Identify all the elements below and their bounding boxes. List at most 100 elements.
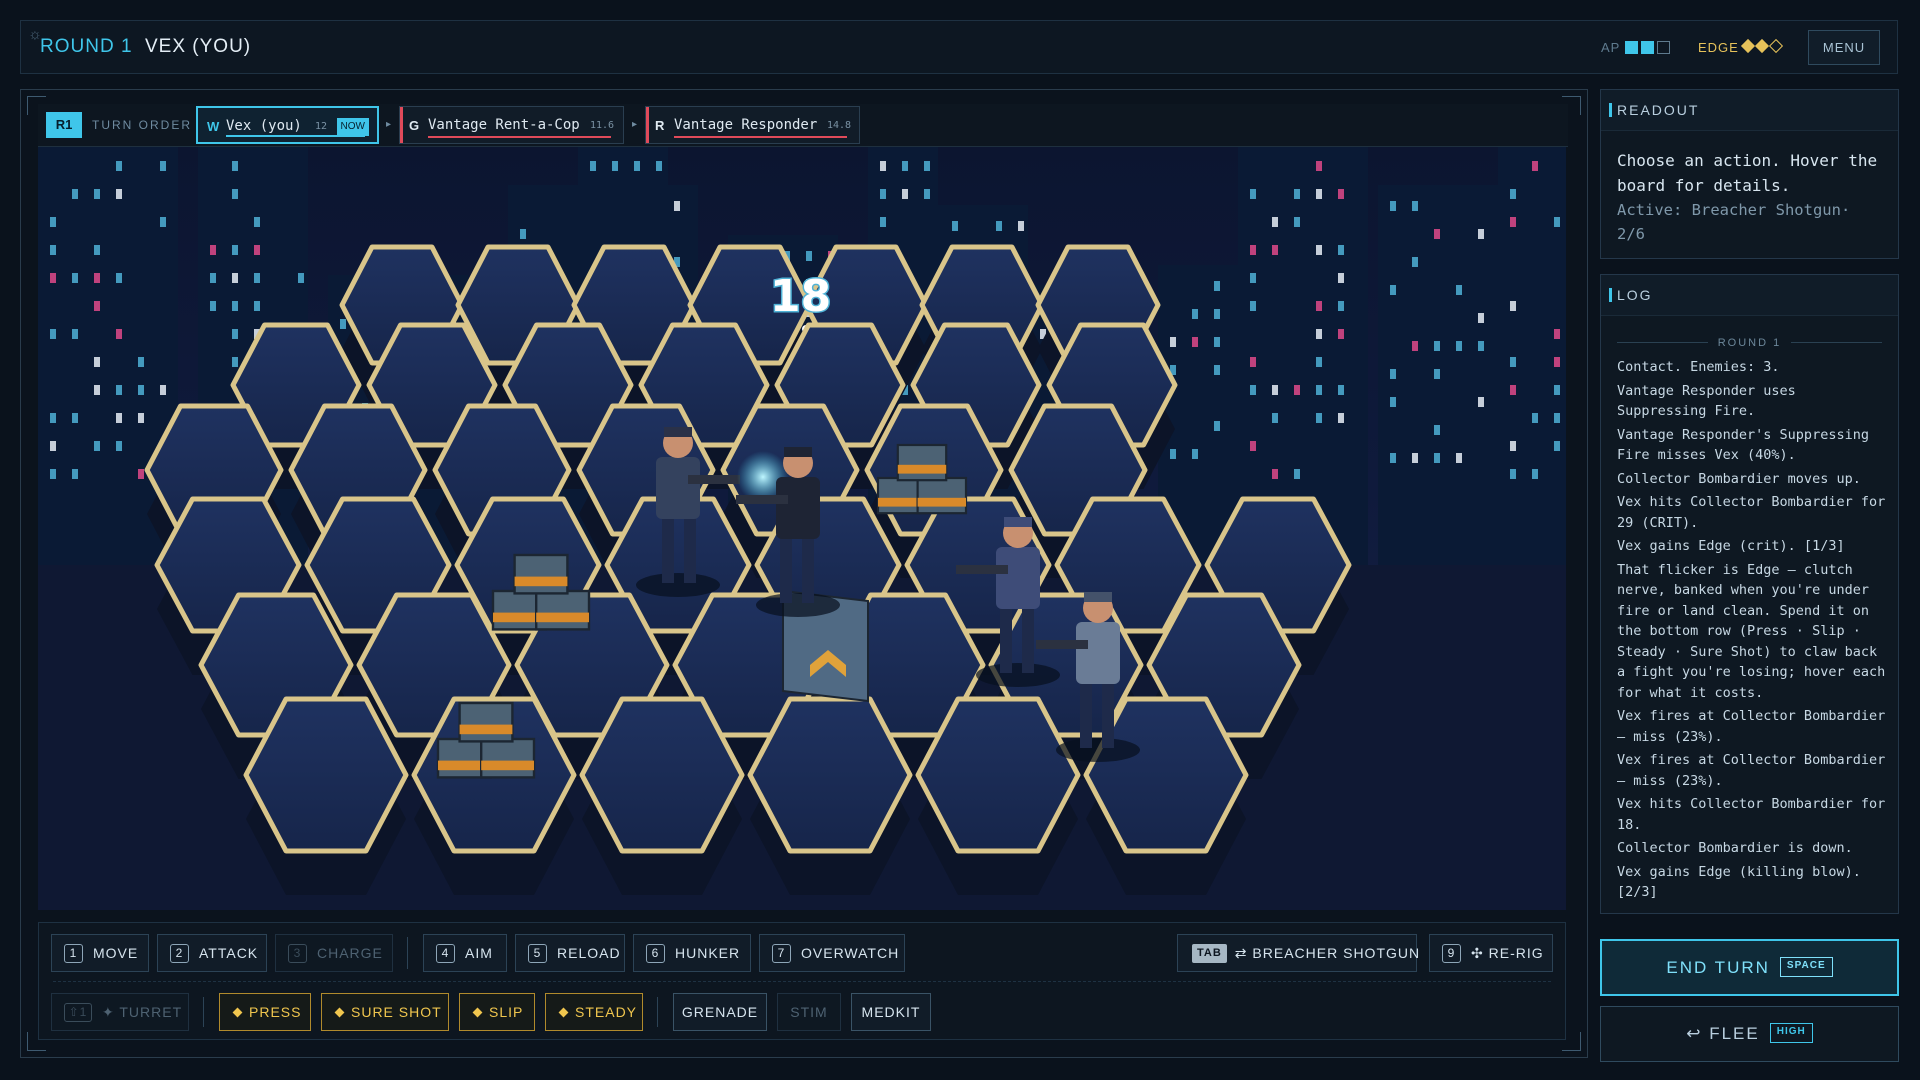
edge-label: EDGE (1698, 40, 1739, 55)
log-entry: Vex gains Edge (crit). [1/3] (1617, 538, 1845, 554)
overwatch-button[interactable]: 7 OVERWATCH (759, 934, 905, 972)
log-entry: Collector Bombardier moves up. (1617, 470, 1861, 487)
turn-card-rent-a-cop[interactable]: G Vantage Rent-a-Cop 11.6 (399, 106, 624, 144)
readout-panel: READOUT Choose an action. Hover the boar… (1600, 89, 1899, 259)
move-button[interactable]: 1 MOVE (51, 934, 149, 972)
hotkey: 1 (64, 943, 83, 963)
end-turn-button[interactable]: END TURN SPACE (1600, 939, 1899, 996)
enemy-marker (400, 107, 403, 143)
hotkey: 7 (772, 943, 791, 963)
edge-pip (1740, 38, 1756, 54)
top-bar: ☼ ROUND 1 VEX (YOU) AP EDGE MENU (20, 20, 1898, 74)
stim-button[interactable]: STIM (777, 993, 841, 1031)
steady-button[interactable]: STEADY (545, 993, 643, 1031)
flee-button[interactable]: ↩ FLEE HIGH (1600, 1006, 1899, 1062)
hotkey: 2 (170, 943, 189, 963)
log-entry: Vantage Responder's Suppressing Fire mis… (1617, 426, 1869, 464)
sure-shot-label: SURE SHOT (351, 1004, 442, 1020)
aim-button[interactable]: 4 AIM (423, 934, 507, 972)
hotkey: 4 (436, 943, 455, 963)
overwatch-label: OVERWATCH (801, 945, 900, 961)
turn-card-initiative: 11.6 (590, 120, 615, 131)
turn-order-arrow-icon: ▸ (632, 119, 638, 130)
menu-button[interactable]: MENU (1808, 30, 1880, 65)
log-entries: Contact. Enemies: 3. Vantage Responder us… (1617, 357, 1893, 906)
ap-pip (1625, 41, 1638, 54)
attack-label: ATTACK (199, 945, 259, 961)
press-label: PRESS (249, 1004, 302, 1020)
action-bar: 1 MOVE 2 ATTACK 3 CHARGE 4 AIM 5 RELOAD 6 HUNK… (38, 922, 1566, 1040)
turn-order-bar: R1 TURN ORDER W Vex (you) 12 NOW ▸ G Van… (38, 104, 1568, 147)
reload-button[interactable]: 5 RELOAD (515, 934, 625, 972)
reload-label: RELOAD (557, 945, 621, 961)
turn-card-responder[interactable]: R Vantage Responder 14.8 (645, 106, 860, 144)
slip-button[interactable]: SLIP (459, 993, 535, 1031)
log-round-header: ROUND 1 (1601, 333, 1898, 351)
swap-weapon-button[interactable]: TAB ⇄ BREACHER SHOTGUN (1177, 934, 1421, 972)
rerig-button[interactable]: 9 ✣ RE-RIG (1429, 934, 1553, 972)
edge-diamond-icon (334, 1007, 345, 1018)
steady-label: STEADY (575, 1004, 638, 1020)
flee-label: ↩ FLEE (1686, 1024, 1760, 1043)
readout-text: Choose an action. Hover the board for de… (1617, 151, 1878, 195)
ap-pip (1641, 41, 1654, 54)
weapon-label: ⇄ BREACHER SHOTGUN (1234, 945, 1421, 961)
divider (407, 937, 408, 969)
log-entry: Vex fires at Collector Bombardier — miss… (1617, 752, 1886, 789)
log-entry: Collector Bombardier is down. (1617, 840, 1853, 856)
log-entry: Vantage Responder uses Suppressing Fire. (1617, 382, 1796, 420)
log-entry: Vex hits Collector Bombardier for 18. (1617, 796, 1886, 833)
ap-pip (1657, 41, 1670, 54)
turn-card-bar (674, 136, 847, 138)
hotkey: 5 (528, 943, 547, 963)
log-entry: Vex fires at Collector Bombardier — miss… (1617, 708, 1886, 745)
hotkey: 6 (646, 943, 665, 963)
turn-card-bar (428, 136, 611, 138)
medkit-button[interactable]: MEDKIT (851, 993, 931, 1031)
turn-card-letter: R (655, 118, 665, 133)
turn-order-label: TURN ORDER (92, 118, 192, 132)
hunker-button[interactable]: 6 HUNKER (633, 934, 751, 972)
log-round-label: ROUND 1 (1707, 337, 1792, 349)
battle-board[interactable]: 18 (38, 145, 1566, 910)
turn-card-name: Vantage Rent-a-Cop (428, 117, 580, 133)
edge-diamond-icon (558, 1007, 569, 1018)
medkit-label: MEDKIT (861, 1004, 921, 1020)
turret-button[interactable]: ⇧1 ✦ TURRET (51, 993, 189, 1031)
log-title: LOG (1609, 287, 1653, 303)
turret-label: ✦ TURRET (102, 1004, 183, 1020)
round-badge: R1 (46, 112, 82, 138)
turn-card-name: Vantage Responder (674, 117, 818, 133)
readout-active-weapon: Active: Breacher Shotgun· 2/6 (1617, 201, 1851, 243)
end-turn-label: END TURN (1666, 958, 1770, 977)
grenade-button[interactable]: GRENADE (673, 993, 767, 1031)
tab-key: TAB (1192, 943, 1227, 963)
grenade-label: GRENADE (681, 1004, 759, 1020)
now-badge: NOW (336, 118, 369, 136)
hunker-label: HUNKER (675, 945, 741, 961)
space-key: SPACE (1779, 956, 1833, 977)
stim-label: STIM (790, 1004, 828, 1020)
hotkey: ⇧1 (64, 1002, 92, 1022)
log-entry: That flicker is Edge — clutch nerve, ban… (1617, 561, 1886, 701)
board-canvas[interactable]: 18 (38, 145, 1566, 910)
turn-order-arrow-icon: ▸ (386, 119, 392, 130)
readout-title: READOUT (1608, 102, 1700, 118)
sure-shot-button[interactable]: SURE SHOT (321, 993, 449, 1031)
edge-pip (1754, 38, 1770, 54)
flee-risk-badge: HIGH (1769, 1022, 1813, 1043)
attack-button[interactable]: 2 ATTACK (157, 934, 267, 972)
turn-card-letter: W (207, 119, 220, 134)
turn-card-name: Vex (you) (226, 118, 302, 134)
turn-card-vex[interactable]: W Vex (you) 12 NOW (196, 106, 379, 144)
log-entry: Vex gains Edge (killing blow). [2/3] (1617, 863, 1861, 901)
edge-pip (1768, 38, 1784, 54)
turn-card-initiative: 14.8 (827, 120, 852, 131)
press-button[interactable]: PRESS (219, 993, 311, 1031)
slip-label: SLIP (489, 1004, 524, 1020)
log-panel: LOG ROUND 1 Contact. Enemies: 3. Vantage … (1600, 274, 1899, 914)
move-label: MOVE (93, 945, 139, 961)
charge-button[interactable]: 3 CHARGE (275, 934, 393, 972)
rerig-label: ✣ RE-RIG (1471, 945, 1544, 961)
log-entry: Contact. Enemies: 3. (1617, 359, 1780, 375)
